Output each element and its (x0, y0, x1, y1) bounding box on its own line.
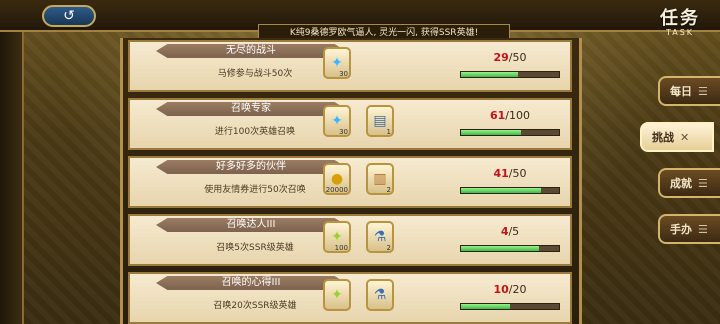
reward-qty: 100 (334, 244, 348, 252)
task-row: 召唤专家 进行100次英雄召唤 ✦ 30 ▤ 1 61/100 (128, 98, 572, 150)
progress-max: /20 (508, 283, 527, 296)
task-progress: 29/50 (460, 51, 560, 83)
task-progress: 4/5 (460, 225, 560, 257)
rainbow-crystal-icon: ✦ (331, 113, 343, 129)
tab-daily[interactable]: 每日 ☰ (658, 76, 720, 106)
reward-item[interactable]: ● 20000 (323, 163, 351, 195)
task-progress: 41/50 (460, 167, 560, 199)
task-name: 好多好多的伙伴 (156, 160, 346, 174)
progress-fill (461, 246, 540, 251)
task-name: 召唤的心得III (156, 276, 346, 290)
progress-max: /50 (508, 51, 527, 64)
progress-bar (460, 187, 560, 194)
reward-item[interactable]: ✦ 100 (323, 221, 351, 253)
task-name: 召唤达人III (156, 218, 346, 232)
task-category-tabs: 每日 ☰ 挑战 ✕ 成就 ☰ 手办 ☰ (620, 0, 720, 324)
task-row: 无尽的战斗 马修参与战斗50次 ✦ 30 29/50 (128, 40, 572, 92)
tab-figure[interactable]: 手办 ☰ (658, 214, 720, 244)
progress-bar (460, 245, 560, 252)
reward-qty: 2 (386, 186, 391, 194)
progress-max: /100 (505, 109, 530, 122)
reward-item[interactable]: ▤ 1 (366, 105, 394, 137)
task-name: 无尽的战斗 (156, 44, 346, 58)
progress-bar (460, 129, 560, 136)
tab-label: 每日 (670, 85, 692, 98)
progress-current: 61 (489, 109, 506, 122)
progress-fill (461, 72, 518, 77)
reward-item[interactable]: ⚗ (366, 279, 394, 311)
tab-achievement[interactable]: 成就 ☰ (658, 168, 720, 198)
task-desc: 召唤20次SSR级英雄 (213, 301, 297, 311)
left-rail (0, 0, 24, 324)
task-progress: 61/100 (460, 109, 560, 141)
reward-qty: 30 (339, 70, 348, 78)
tab-label: 挑战 (652, 131, 674, 144)
task-progress: 10/20 (460, 283, 560, 315)
potion-icon: ⚗ (373, 229, 387, 245)
progress-fill (461, 304, 510, 309)
reward-item[interactable]: ✦ (323, 279, 351, 311)
reward-qty: 20000 (325, 186, 348, 194)
progress-bar (460, 303, 560, 310)
progress-bar (460, 71, 560, 78)
progress-current: 29 (493, 51, 509, 64)
tab-label: 手办 (670, 223, 692, 236)
reward-qty: 1 (386, 128, 391, 136)
progress-fill (461, 130, 521, 135)
tab-label: 成就 (670, 177, 692, 190)
summon-ticket-icon: ▤ (373, 113, 387, 129)
tab-icon: ✕ (680, 130, 690, 144)
potion-icon: ⚗ (373, 287, 387, 303)
back-button[interactable]: ↺ (42, 5, 96, 27)
progress-max: /50 (508, 167, 527, 180)
progress-fill (461, 188, 542, 193)
progress-current: 41 (493, 167, 509, 180)
reward-qty: 30 (339, 128, 348, 136)
gold-coin-icon: ● (330, 171, 344, 187)
task-desc: 使用友情券进行50次召唤 (204, 185, 306, 195)
tab-icon: ☰ (698, 84, 708, 98)
task-name: 召唤专家 (156, 102, 346, 116)
task-row: 好多好多的伙伴 使用友情券进行50次召唤 ● 20000 ▥ 2 41/50 (128, 156, 572, 208)
reward-qty: 2 (386, 244, 391, 252)
rainbow-crystal-icon: ✦ (331, 55, 343, 71)
tab-icon: ☰ (698, 222, 708, 236)
task-desc: 召唤5次SSR级英雄 (216, 243, 294, 253)
task-row: 召唤达人III 召唤5次SSR级英雄 ✦ 100 ⚗ 2 4/5 (128, 214, 572, 266)
task-desc: 马修参与战斗50次 (217, 69, 293, 79)
task-desc: 进行100次英雄召唤 (214, 127, 296, 137)
tab-challenge[interactable]: 挑战 ✕ (640, 122, 714, 152)
reward-item[interactable]: ▥ 2 (366, 163, 394, 195)
friendship-ticket-icon: ▥ (373, 171, 387, 187)
reward-item[interactable]: ⚗ 2 (366, 221, 394, 253)
task-row: 召唤的心得III 召唤20次SSR级英雄 ✦ ⚗ 10/20 (128, 272, 572, 324)
reward-item[interactable]: ✦ 30 (323, 47, 351, 79)
progress-max: /5 (508, 225, 520, 238)
back-icon: ↺ (63, 8, 75, 24)
tab-icon: ☰ (698, 176, 708, 190)
rainbow-crystal-icon: ✦ (331, 287, 343, 303)
reward-item[interactable]: ✦ 30 (323, 105, 351, 137)
progress-current: 10 (493, 283, 509, 296)
rainbow-crystal-icon: ✦ (331, 229, 343, 245)
